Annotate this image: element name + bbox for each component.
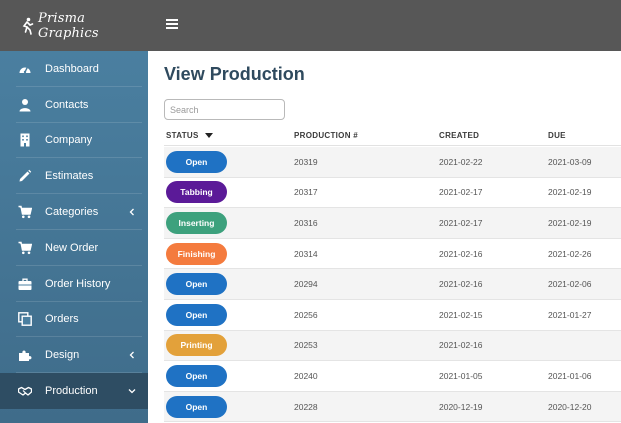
dashboard-icon	[18, 62, 32, 76]
sidebar-item-dashboard[interactable]: Dashboard	[0, 51, 148, 87]
handshake-icon	[18, 384, 32, 398]
cart-icon	[18, 241, 32, 255]
sidebar-item-company[interactable]: Company	[0, 123, 148, 159]
status-badge[interactable]: Inserting	[166, 211, 227, 234]
main-content: View Production STATUS PRODUCTION # CREA…	[148, 51, 621, 423]
sidebar-item-label: Production	[45, 385, 98, 398]
status-badge[interactable]: Printing	[166, 334, 227, 357]
sort-descending-icon[interactable]	[204, 133, 213, 138]
table-row[interactable]: Open 20256 2021-02-15 2021-01-27	[164, 299, 621, 331]
status-badge[interactable]: Open	[166, 395, 227, 418]
sidebar-item-label: Contacts	[45, 98, 89, 111]
column-header-created[interactable]: CREATED	[439, 131, 479, 140]
sidebar-item-label: Dashboard	[45, 62, 99, 75]
production-number: 20294	[294, 279, 318, 290]
created-date: 2021-02-17	[439, 187, 483, 198]
sidebar-item-order-history[interactable]: Order History	[0, 266, 148, 302]
status-badge[interactable]: Finishing	[166, 242, 227, 265]
production-number: 20319	[294, 156, 318, 167]
table-row[interactable]: Tabbing 20317 2021-02-17 2021-02-19	[164, 177, 621, 209]
due-date: 2021-02-19	[548, 187, 592, 198]
table-row[interactable]: Open 20319 2021-02-22 2021-03-09	[164, 147, 621, 178]
column-header-due[interactable]: DUE	[548, 131, 566, 140]
due-date: 2021-02-06	[548, 279, 592, 290]
status-badge[interactable]: Open	[166, 303, 227, 326]
column-header-production[interactable]: PRODUCTION #	[294, 131, 358, 140]
sidebar-item-label: Estimates	[45, 170, 94, 183]
column-header-status[interactable]: STATUS	[166, 131, 213, 140]
created-date: 2020-12-19	[439, 401, 483, 412]
production-number: 20314	[294, 248, 318, 259]
puzzle-icon	[18, 348, 32, 362]
production-number: 20316	[294, 217, 318, 228]
page-title: View Production	[164, 64, 305, 84]
status-badge[interactable]: Tabbing	[166, 181, 227, 204]
table-row[interactable]: Open 20228 2020-12-19 2020-12-20	[164, 391, 621, 423]
production-number: 20253	[294, 340, 318, 351]
copy-icon	[18, 312, 32, 327]
chevron-left-icon	[129, 208, 134, 216]
column-header-label: STATUS	[166, 131, 199, 140]
created-date: 2021-01-05	[439, 370, 483, 381]
due-date: 2021-01-27	[548, 309, 592, 320]
brand-logo[interactable]: Prisma Graphics	[0, 0, 148, 51]
top-bar: Prisma Graphics	[0, 0, 621, 51]
created-date: 2021-02-16	[439, 248, 483, 259]
due-date: 2020-12-20	[548, 401, 592, 412]
sidebar-item-label: Order History	[45, 277, 111, 290]
search-input[interactable]	[164, 99, 285, 120]
created-date: 2021-02-16	[439, 279, 483, 290]
table-row[interactable]: Open 20294 2021-02-16 2021-02-06	[164, 269, 621, 300]
sidebar-item-estimates[interactable]: Estimates	[0, 158, 148, 194]
production-number: 20228	[294, 401, 318, 412]
created-date: 2021-02-17	[439, 217, 483, 228]
production-number: 20256	[294, 309, 318, 320]
sidebar-item-design[interactable]: Design	[0, 337, 148, 373]
cart-icon	[18, 205, 32, 219]
sidebar-item-label: Company	[45, 134, 93, 147]
created-date: 2021-02-22	[439, 156, 483, 167]
sidebar-item-label: Design	[45, 349, 80, 362]
created-date: 2021-02-16	[439, 340, 483, 351]
hamburger-menu-icon[interactable]	[166, 17, 178, 31]
brand-name: Prisma Graphics	[38, 10, 99, 41]
chevron-down-icon	[128, 389, 136, 394]
due-date: 2021-03-09	[548, 156, 592, 167]
briefcase-icon	[18, 277, 32, 291]
sidebar-item-label: New Order	[45, 241, 99, 254]
table-row[interactable]: Finishing 20314 2021-02-16 2021-02-26	[164, 238, 621, 270]
table-row[interactable]: Open 20240 2021-01-05 2021-01-06	[164, 361, 621, 392]
runner-icon	[20, 17, 34, 35]
chevron-left-icon	[129, 351, 134, 359]
sidebar: Dashboard Contacts Company Estimates Cat…	[0, 51, 148, 423]
created-date: 2021-02-15	[439, 309, 483, 320]
table-row[interactable]: Inserting 20316 2021-02-17 2021-02-19	[164, 208, 621, 239]
sidebar-item-orders[interactable]: Orders	[0, 302, 148, 338]
sidebar-item-categories[interactable]: Categories	[0, 194, 148, 230]
status-badge[interactable]: Open	[166, 150, 227, 173]
production-table-body: Open 20319 2021-02-22 2021-03-09 Tabbing…	[164, 147, 621, 423]
due-date: 2021-02-19	[548, 217, 592, 228]
table-row[interactable]: Printing 20253 2021-02-16	[164, 330, 621, 362]
status-badge[interactable]: Open	[166, 364, 227, 387]
sidebar-item-contacts[interactable]: Contacts	[0, 87, 148, 123]
user-icon	[18, 98, 32, 112]
sidebar-item-label: Orders	[45, 313, 79, 326]
status-badge[interactable]: Open	[166, 273, 227, 296]
due-date: 2021-02-26	[548, 248, 592, 259]
sidebar-item-production[interactable]: Production	[0, 373, 148, 409]
production-number: 20317	[294, 187, 318, 198]
due-date: 2021-01-06	[548, 370, 592, 381]
building-icon	[18, 133, 32, 147]
table-header: STATUS PRODUCTION # CREATED DUE	[164, 126, 621, 146]
sidebar-item-new-order[interactable]: New Order	[0, 230, 148, 266]
production-number: 20240	[294, 370, 318, 381]
pencil-icon	[18, 169, 32, 183]
sidebar-item-label: Categories	[45, 206, 99, 219]
